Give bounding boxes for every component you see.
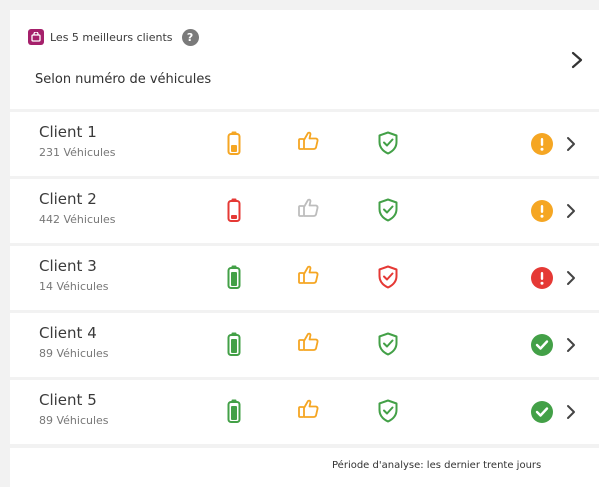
clients-icon — [28, 29, 44, 45]
client-row[interactable]: Client 2 442 Véhicules — [10, 179, 599, 243]
client-name: Client 3 — [39, 257, 97, 275]
vehicle-count: 14 Véhicules — [39, 280, 109, 293]
vehicle-count: 442 Véhicules — [39, 213, 116, 226]
check-icon — [531, 401, 553, 427]
thumbs-up-icon — [298, 332, 320, 356]
chevron-right-icon[interactable] — [565, 135, 577, 157]
client-name: Client 2 — [39, 190, 97, 208]
chevron-right-icon[interactable] — [565, 403, 577, 425]
client-name: Client 5 — [39, 391, 97, 409]
battery-icon — [227, 198, 241, 226]
battery-icon — [227, 131, 241, 159]
top-clients-card-header[interactable]: Les 5 meilleurs clients ? Selon numéro d… — [10, 10, 599, 109]
card-subtitle: Selon numéro de véhicules — [35, 72, 212, 87]
check-icon — [531, 334, 553, 360]
card-title-row: Les 5 meilleurs clients ? — [28, 28, 199, 46]
battery-icon — [227, 265, 241, 293]
chevron-right-icon[interactable] — [565, 269, 577, 291]
client-name: Client 4 — [39, 324, 97, 342]
client-list: Client 1 231 Véhicules Client 2 442 Véhi… — [10, 112, 599, 447]
thumbs-up-icon — [298, 399, 320, 423]
vehicle-count: 89 Véhicules — [39, 414, 109, 427]
shield-check-icon — [377, 198, 399, 226]
client-row[interactable]: Client 3 14 Véhicules — [10, 246, 599, 310]
shield-check-icon — [377, 131, 399, 159]
client-row[interactable]: Client 5 89 Véhicules — [10, 380, 599, 444]
chevron-right-icon[interactable] — [565, 336, 577, 358]
chevron-right-icon[interactable] — [565, 202, 577, 224]
warning-icon — [531, 200, 553, 226]
shield-check-icon — [377, 332, 399, 360]
client-row[interactable]: Client 4 89 Véhicules — [10, 313, 599, 377]
client-row[interactable]: Client 1 231 Véhicules — [10, 112, 599, 176]
shield-check-icon — [377, 265, 399, 293]
thumbs-up-icon — [298, 198, 320, 222]
vehicle-count: 231 Véhicules — [39, 146, 116, 159]
help-icon[interactable]: ? — [181, 28, 199, 46]
error-icon — [531, 267, 553, 293]
thumbs-up-icon — [298, 131, 320, 155]
battery-icon — [227, 399, 241, 427]
chevron-right-icon[interactable] — [570, 50, 584, 74]
analysis-period-text: Période d'analyse: les dernier trente jo… — [332, 460, 542, 471]
warning-icon — [531, 133, 553, 159]
client-name: Client 1 — [39, 123, 97, 141]
shield-check-icon — [377, 399, 399, 427]
vehicle-count: 89 Véhicules — [39, 347, 109, 360]
battery-icon — [227, 332, 241, 360]
card-title: Les 5 meilleurs clients — [50, 30, 173, 44]
thumbs-up-icon — [298, 265, 320, 289]
card-footer: Période d'analyse: les dernier trente jo… — [10, 448, 599, 487]
